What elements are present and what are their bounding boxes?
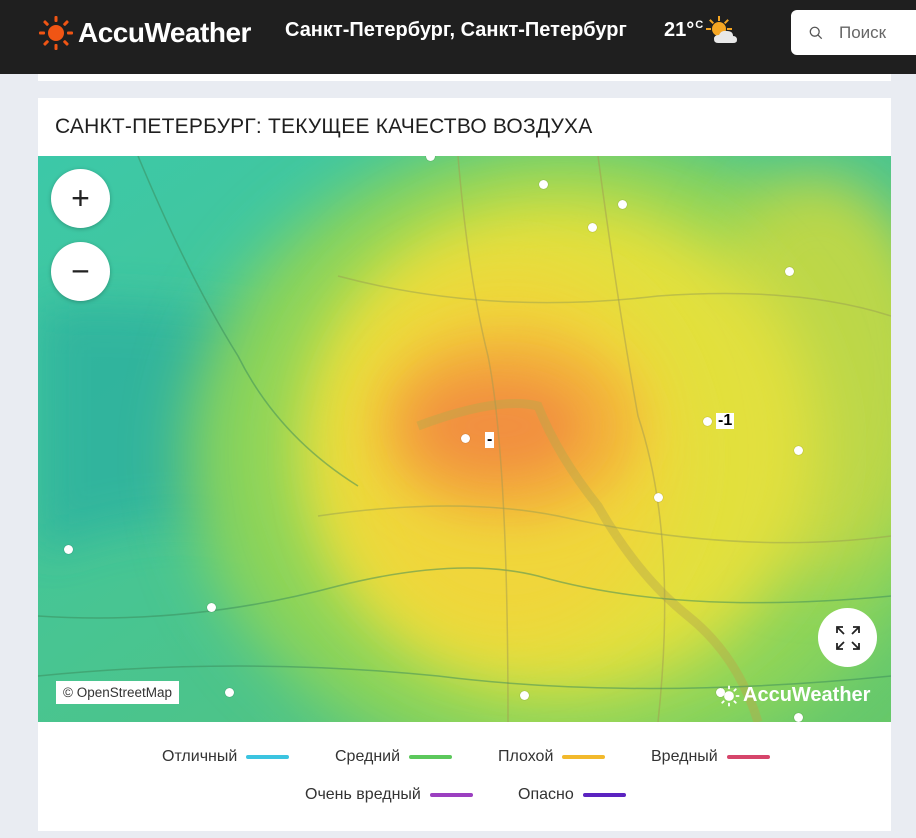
map-station-marker[interactable] — [794, 713, 803, 722]
legend-swatch — [246, 755, 290, 759]
site-header: AccuWeather Санкт-Петербург, Санкт-Петер… — [0, 0, 916, 74]
temperature-value: 21° — [664, 19, 695, 41]
temperature-unit: C — [695, 19, 704, 31]
partly-sunny-icon[interactable] — [704, 14, 740, 50]
legend-item-excellent: Отличный — [162, 748, 290, 766]
map-station-marker[interactable] — [539, 180, 548, 189]
map-station-marker[interactable] — [225, 688, 234, 697]
fullscreen-button[interactable] — [818, 608, 877, 667]
legend-label: Очень вредный — [305, 786, 421, 803]
legend-swatch — [429, 793, 473, 797]
map-station-marker[interactable] — [785, 267, 794, 276]
map-station-marker[interactable] — [207, 603, 216, 612]
map-station-marker[interactable] — [618, 200, 627, 209]
legend-label: Вредный — [651, 748, 718, 765]
zoom-in-button[interactable]: + — [51, 169, 110, 228]
legend-swatch — [582, 793, 626, 797]
legend-item-poor: Плохой — [498, 748, 606, 766]
aqi-value-label[interactable]: - — [485, 432, 495, 448]
accuweather-logo[interactable]: AccuWeather — [38, 15, 251, 51]
map-station-marker[interactable] — [654, 493, 663, 502]
aqi-legend: Отличный Средний Плохой Вредный Очень вр… — [38, 722, 891, 831]
legend-item-very-unhealthy: Очень вредный — [305, 786, 473, 804]
sun-watermark-icon — [718, 685, 740, 706]
legend-item-moderate: Средний — [335, 748, 453, 766]
legend-swatch — [726, 755, 770, 759]
legend-label: Средний — [335, 748, 401, 765]
card-title: САНКТ-ПЕТЕРБУРГ: ТЕКУЩЕЕ КАЧЕСТВО ВОЗДУХ… — [55, 115, 593, 138]
logo-text: AccuWeather — [78, 17, 251, 48]
search-input[interactable] — [837, 21, 916, 44]
content-strip — [38, 74, 891, 81]
search-icon — [809, 26, 823, 39]
legend-item-unhealthy: Вредный — [651, 748, 770, 766]
map-station-marker[interactable] — [588, 223, 597, 232]
map-station-marker[interactable] — [794, 446, 803, 455]
expand-icon — [835, 625, 860, 650]
watermark-text: AccuWeather — [743, 684, 871, 706]
map-station-marker[interactable] — [64, 545, 73, 554]
map-station-marker[interactable] — [703, 417, 712, 426]
map-attribution[interactable]: © OpenStreetMap — [56, 681, 180, 704]
legend-swatch — [409, 755, 453, 759]
zoom-out-button[interactable]: − — [51, 242, 110, 301]
legend-item-hazardous: Опасно — [518, 786, 626, 804]
legend-label: Плохой — [498, 748, 554, 765]
map-watermark: AccuWeather — [718, 684, 870, 707]
legend-label: Опасно — [518, 786, 574, 803]
air-quality-card: САНКТ-ПЕТЕРБУРГ: ТЕКУЩЕЕ КАЧЕСТВО ВОЗДУХ… — [38, 98, 891, 831]
air-quality-map[interactable]: - -1 + − © OpenStreetMap AccuWeather — [38, 156, 891, 722]
legend-label: Отличный — [162, 748, 238, 765]
sun-logo-icon — [39, 16, 73, 50]
location-name[interactable]: Санкт-Петербург, Санкт-Петербург — [285, 19, 627, 42]
search-box[interactable] — [791, 10, 916, 55]
legend-swatch — [562, 755, 606, 759]
map-station-marker[interactable] — [461, 434, 470, 443]
map-station-marker[interactable] — [520, 691, 529, 700]
aqi-value-label[interactable]: -1 — [716, 413, 735, 429]
current-temperature[interactable]: 21°C — [664, 19, 703, 42]
